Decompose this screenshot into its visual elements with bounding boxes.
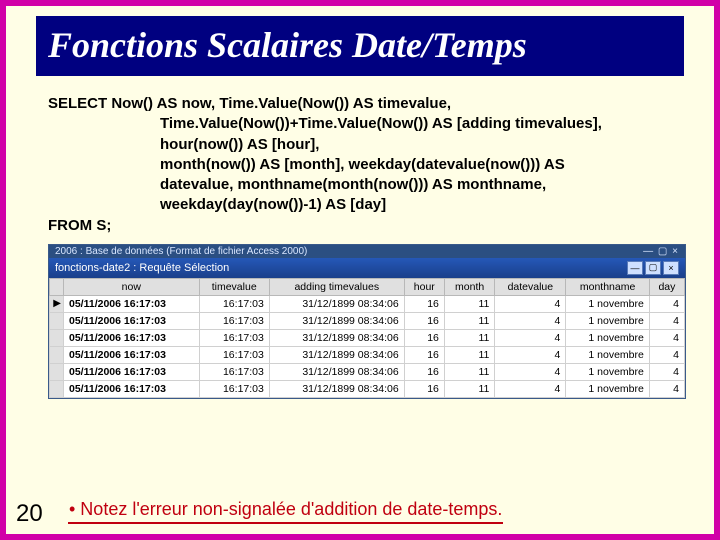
cell-monthname: 1 novembre (566, 363, 649, 380)
cell-timevalue: 16:17:03 (199, 312, 269, 329)
sql-line-1: SELECT Now() AS now, Time.Value(Now()) A… (48, 94, 688, 114)
slide: Fonctions Scalaires Date/Temps SELECT No… (6, 6, 714, 534)
col-timevalue: timevalue (199, 278, 269, 295)
col-day: day (649, 278, 684, 295)
row-marker: ▶ (50, 295, 64, 312)
cell-timevalue: 16:17:03 (199, 380, 269, 397)
sql-line-7: FROM S; (48, 216, 688, 236)
minimize-icon[interactable]: — (627, 261, 643, 275)
cell-monthname: 1 novembre (566, 312, 649, 329)
row-marker (50, 329, 64, 346)
access-window: 2006 : Base de données (Format de fichie… (48, 244, 686, 399)
sql-line-4: month(now()) AS [month], weekday(dateval… (48, 155, 565, 175)
cell-adding: 31/12/1899 08:34:06 (269, 312, 404, 329)
cell-datevalue: 4 (495, 346, 566, 363)
table-row: 05/11/2006 16:17:0316:17:0331/12/1899 08… (50, 312, 685, 329)
cell-monthname: 1 novembre (566, 380, 649, 397)
cell-day: 4 (649, 329, 684, 346)
cell-adding: 31/12/1899 08:34:06 (269, 346, 404, 363)
cell-adding: 31/12/1899 08:34:06 (269, 363, 404, 380)
cell-timevalue: 16:17:03 (199, 329, 269, 346)
cell-month: 11 (444, 295, 494, 312)
cell-now: 05/11/2006 16:17:03 (64, 380, 200, 397)
db-titlebar: 2006 : Base de données (Format de fichie… (49, 245, 685, 258)
cell-adding: 31/12/1899 08:34:06 (269, 380, 404, 397)
cell-day: 4 (649, 312, 684, 329)
table-row: 05/11/2006 16:17:0316:17:0331/12/1899 08… (50, 346, 685, 363)
cell-datevalue: 4 (495, 312, 566, 329)
row-marker (50, 346, 64, 363)
sql-line-3: hour(now()) AS [hour], (48, 135, 319, 155)
cell-hour: 16 (404, 363, 444, 380)
maximize-icon[interactable]: ▢ (645, 261, 661, 275)
cell-monthname: 1 novembre (566, 346, 649, 363)
cell-adding: 31/12/1899 08:34:06 (269, 295, 404, 312)
col-hour: hour (404, 278, 444, 295)
cell-hour: 16 (404, 329, 444, 346)
cell-day: 4 (649, 363, 684, 380)
cell-datevalue: 4 (495, 380, 566, 397)
cell-timevalue: 16:17:03 (199, 363, 269, 380)
cell-monthname: 1 novembre (566, 329, 649, 346)
cell-timevalue: 16:17:03 (199, 295, 269, 312)
error-note: • Notez l'erreur non-signalée d'addition… (68, 497, 503, 524)
cell-now: 05/11/2006 16:17:03 (64, 329, 200, 346)
cell-monthname: 1 novembre (566, 295, 649, 312)
cell-day: 4 (649, 295, 684, 312)
cell-datevalue: 4 (495, 363, 566, 380)
close-icon[interactable]: × (663, 261, 679, 275)
col-adding: adding timevalues (269, 278, 404, 295)
cell-now: 05/11/2006 16:17:03 (64, 346, 200, 363)
slide-title: Fonctions Scalaires Date/Temps (36, 16, 684, 76)
table-row: 05/11/2006 16:17:0316:17:0331/12/1899 08… (50, 329, 685, 346)
cell-day: 4 (649, 380, 684, 397)
sql-line-6: weekday(day(now())-1) AS [day] (48, 195, 386, 215)
cell-day: 4 (649, 346, 684, 363)
col-datevalue: datevalue (495, 278, 566, 295)
row-marker (50, 312, 64, 329)
result-grid: now timevalue adding timevalues hour mon… (49, 278, 685, 398)
query-titlebar: fonctions-date2 : Requête Sélection — ▢ … (49, 258, 685, 278)
cell-now: 05/11/2006 16:17:03 (64, 363, 200, 380)
table-row: ▶05/11/2006 16:17:0316:17:0331/12/1899 0… (50, 295, 685, 312)
cell-datevalue: 4 (495, 295, 566, 312)
cell-now: 05/11/2006 16:17:03 (64, 312, 200, 329)
cell-timevalue: 16:17:03 (199, 346, 269, 363)
cell-now: 05/11/2006 16:17:03 (64, 295, 200, 312)
cell-adding: 31/12/1899 08:34:06 (269, 329, 404, 346)
row-marker (50, 380, 64, 397)
cell-month: 11 (444, 329, 494, 346)
sql-line-5: datevalue, monthname(month(now())) AS mo… (48, 175, 546, 195)
cell-month: 11 (444, 363, 494, 380)
cell-hour: 16 (404, 312, 444, 329)
table-row: 05/11/2006 16:17:0316:17:0331/12/1899 08… (50, 363, 685, 380)
col-now: now (64, 278, 200, 295)
query-title-text: fonctions-date2 : Requête Sélection (55, 262, 229, 274)
row-marker (50, 363, 64, 380)
cell-month: 11 (444, 312, 494, 329)
db-controls-icon: — ▢ × (643, 246, 679, 257)
sql-code-block: SELECT Now() AS now, Time.Value(Now()) A… (48, 94, 688, 236)
col-month: month (444, 278, 494, 295)
table-row: 05/11/2006 16:17:0316:17:0331/12/1899 08… (50, 380, 685, 397)
header-row: now timevalue adding timevalues hour mon… (50, 278, 685, 295)
cell-hour: 16 (404, 380, 444, 397)
page-number: 20 (16, 500, 43, 528)
sql-line-2: Time.Value(Now())+Time.Value(Now()) AS [… (48, 114, 602, 134)
cell-month: 11 (444, 346, 494, 363)
col-rowselector (50, 278, 64, 295)
db-title-text: 2006 : Base de données (Format de fichie… (55, 246, 307, 257)
cell-datevalue: 4 (495, 329, 566, 346)
cell-hour: 16 (404, 346, 444, 363)
cell-hour: 16 (404, 295, 444, 312)
col-monthname: monthname (566, 278, 649, 295)
cell-month: 11 (444, 380, 494, 397)
